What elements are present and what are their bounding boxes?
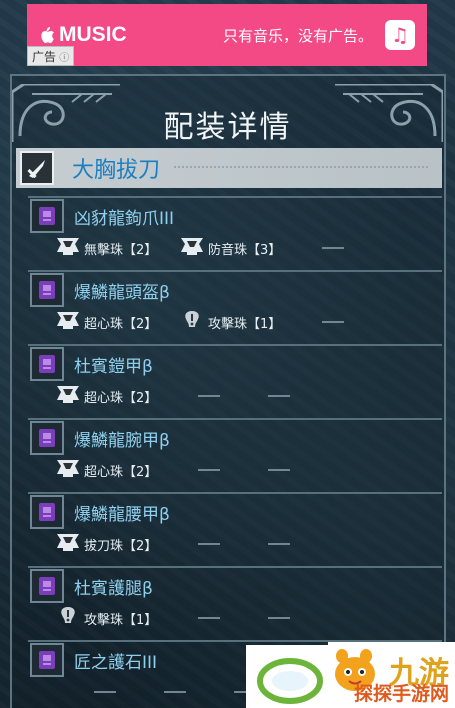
jewel-icon [54, 457, 82, 483]
armor-item-header: 爆鱗龍腕甲β [28, 418, 442, 456]
decoration-label: 超心珠【2】 [84, 390, 158, 406]
armor-item-name: 杜賓鎧甲β [74, 356, 153, 377]
ad-logo: MUSIC [39, 23, 127, 47]
chest-icon [30, 347, 64, 381]
empty-slot [268, 543, 290, 545]
decoration-slot[interactable]: 攻擊珠【1】 [54, 605, 178, 631]
armor-item[interactable]: 凶豺龍鉤爪III 無擊珠【2】 防音珠【3】 [28, 196, 442, 262]
ad-brand: MUSIC [59, 23, 127, 46]
decoration-slot[interactable]: 無擊珠【2】 [54, 235, 178, 261]
armor-item[interactable]: 杜賓鎧甲β 超心珠【2】 [28, 344, 442, 410]
decoration-label: 攻擊珠【1】 [208, 316, 282, 332]
decoration-slots: 無擊珠【2】 防音珠【3】 [28, 234, 442, 262]
decoration-label: 無擊珠【2】 [84, 242, 158, 258]
decoration-slot[interactable]: 防音珠【3】 [178, 235, 302, 261]
empty-slot [198, 617, 220, 619]
armor-item-header: 爆鱗龍腰甲β [28, 492, 442, 530]
watermark-site: 九游 探探手游网 [328, 642, 455, 708]
jewel-icon [178, 235, 206, 261]
legs-icon [30, 569, 64, 603]
decoration-slot[interactable]: 拔刀珠【2】 [54, 531, 178, 557]
decoration-slot[interactable]: 攻擊珠【1】 [178, 309, 302, 335]
armor-item[interactable]: 爆鱗龍腰甲β 拔刀珠【2】 [28, 492, 442, 558]
weapon-name: 大胸拔刀 [72, 158, 161, 183]
jewel-icon [54, 235, 82, 261]
jewel-icon [54, 309, 82, 335]
music-note-icon[interactable]: ♫ [385, 20, 415, 50]
decoration-slots: 超心珠【2】 攻擊珠【1】 [28, 308, 442, 336]
apple-icon [41, 27, 54, 43]
empty-slot [322, 321, 344, 323]
page-title: 配装详情 [163, 110, 292, 145]
swirl-logo-icon [257, 658, 323, 704]
empty-slot [268, 617, 290, 619]
decoration-slot[interactable]: 超心珠【2】 [54, 383, 178, 409]
empty-slot [198, 469, 220, 471]
decoration-label: 超心珠【2】 [84, 316, 158, 332]
armor-item[interactable]: 爆鱗龍頭盔β 超心珠【2】 攻擊珠【1】 [28, 270, 442, 336]
charm-icon [30, 643, 64, 677]
ad-banner[interactable]: MUSIC 只有音乐，没有广告。 ♫ [27, 4, 427, 66]
decoration-slot[interactable]: 超心珠【2】 [54, 457, 178, 483]
ad-tag-label: 广告 [32, 50, 57, 64]
waist-icon [30, 495, 64, 529]
decoration-label: 拔刀珠【2】 [84, 538, 158, 554]
weapon-claw-icon [30, 199, 64, 233]
decoration-slots: 拔刀珠【2】 [28, 530, 442, 558]
watermark-logo [246, 645, 328, 708]
jewel-icon [54, 383, 82, 409]
empty-slot [322, 247, 344, 249]
info-icon: ⓘ [56, 53, 70, 64]
armor-item[interactable]: 爆鱗龍腕甲β 超心珠【2】 [28, 418, 442, 484]
armor-item-header: 杜賓鎧甲β [28, 344, 442, 382]
empty-slot [268, 395, 290, 397]
empty-slot [164, 691, 186, 693]
decoration-label: 超心珠【2】 [84, 464, 158, 480]
armor-item-header: 爆鱗龍頭盔β [28, 270, 442, 308]
armor-item-name: 爆鱗龍頭盔β [74, 282, 170, 303]
decoration-slots: 超心珠【2】 [28, 382, 442, 410]
decoration-label: 防音珠【3】 [208, 242, 282, 258]
decoration-label: 攻擊珠【1】 [84, 612, 158, 628]
armor-item-name: 爆鱗龍腰甲β [74, 504, 170, 525]
armor-item-name: 凶豺龍鉤爪III [74, 208, 175, 229]
decoration-slots: 超心珠【2】 [28, 456, 442, 484]
empty-slot [268, 469, 290, 471]
ad-slogan: 只有音乐，没有广告。 [222, 26, 373, 45]
jewel-icon [54, 531, 82, 557]
empty-slot [198, 543, 220, 545]
weapon-row-divider [174, 166, 428, 170]
armor-item-header: 杜賓護腿β [28, 566, 442, 604]
armor-item-header: 凶豺龍鉤爪III [28, 196, 442, 234]
great-sword-icon [20, 151, 54, 185]
weapon-row[interactable]: 大胸拔刀 [16, 148, 442, 188]
armor-item-name: 爆鱗龍腕甲β [74, 430, 170, 451]
empty-slot [198, 395, 220, 397]
decoration-slot[interactable]: 超心珠【2】 [54, 309, 178, 335]
helm-icon [30, 273, 64, 307]
jewel-icon [54, 605, 82, 631]
watermark-subtitle: 探探手游网 [353, 683, 449, 705]
decoration-slots: 攻擊珠【1】 [28, 604, 442, 632]
ad-tag: 广告 ⓘ [27, 46, 75, 66]
empty-slot [94, 691, 116, 693]
jewel-icon [178, 309, 206, 335]
arms-icon [30, 421, 64, 455]
armor-item-name: 杜賓護腿β [74, 578, 153, 599]
armor-item-name: 匠之護石III [74, 652, 158, 673]
armor-item[interactable]: 杜賓護腿β 攻擊珠【1】 [28, 566, 442, 632]
